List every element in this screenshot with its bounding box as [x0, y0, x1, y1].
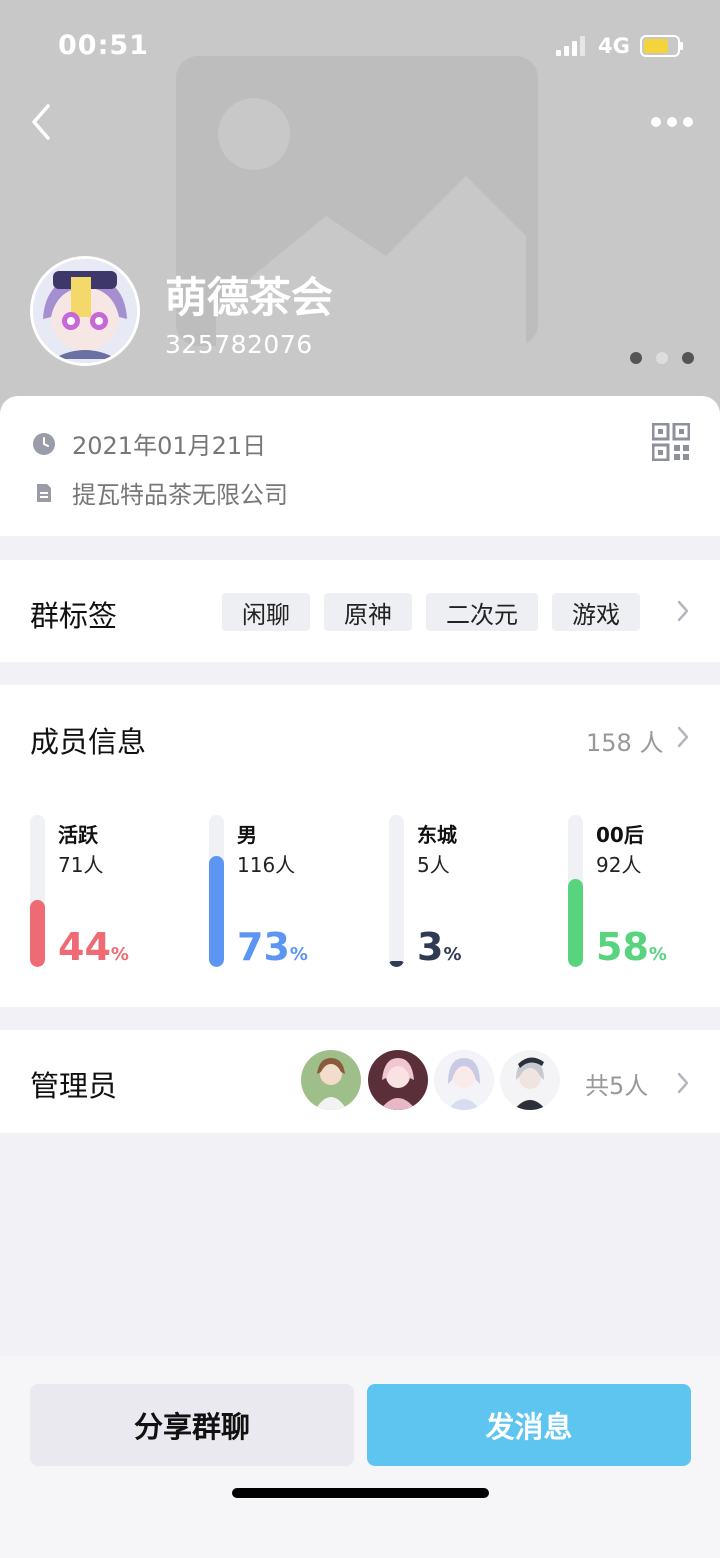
tags-title: 群标签 — [30, 599, 118, 633]
stat-bar-fill — [568, 879, 583, 967]
members-title: 成员信息 — [30, 725, 147, 759]
more-icon[interactable] — [648, 108, 696, 136]
stat-label: 东城 — [417, 823, 457, 847]
carousel-dots — [630, 352, 694, 364]
percent-symbol: % — [289, 944, 308, 965]
admins-section[interactable]: 管理员 共5人 — [0, 1030, 720, 1133]
stat-bar-fill — [389, 961, 404, 967]
signal-icon — [556, 36, 585, 56]
bottom-action-bar: 分享群聊 发消息 — [0, 1356, 720, 1558]
stat-region: 东城 5人 3% — [389, 815, 559, 967]
carousel-dot[interactable] — [630, 352, 642, 364]
company-name: 提瓦特品茶无限公司 — [72, 481, 288, 509]
stat-male: 男 116人 73% — [209, 815, 379, 967]
home-indicator[interactable] — [232, 1488, 489, 1498]
stat-label: 活跃 — [58, 823, 98, 847]
admin-avatar-image — [434, 1050, 494, 1110]
back-icon[interactable] — [26, 100, 56, 144]
created-date: 2021年01月21日 — [72, 432, 267, 460]
stat-age: 00后 92人 58% — [568, 815, 720, 967]
member-count[interactable]: 158 人 — [586, 723, 663, 758]
chevron-right-icon[interactable] — [676, 599, 690, 623]
carousel-dot[interactable] — [682, 352, 694, 364]
stat-bar-track — [389, 815, 404, 967]
network-type: 4G — [598, 34, 630, 58]
stat-bar-fill — [209, 856, 224, 967]
admin-avatar[interactable] — [434, 1050, 494, 1110]
stat-bar-track — [209, 815, 224, 967]
percent-symbol: % — [110, 944, 129, 965]
tag-item[interactable]: 原神 — [324, 593, 412, 631]
tag-item[interactable]: 闲聊 — [222, 593, 310, 631]
group-header: 00:51 4G 萌德茶会 325782076 — [0, 0, 720, 420]
member-info-section: 成员信息 158 人 活跃 71人 44% 男 116人 73% 东城 5人 3… — [0, 685, 720, 1007]
stat-count: 116人 — [237, 853, 296, 877]
stat-count: 92人 — [596, 853, 642, 877]
stat-count: 71人 — [58, 853, 104, 877]
percent-symbol: % — [648, 944, 667, 965]
stat-bar-fill — [30, 900, 45, 967]
group-id: 325782076 — [165, 330, 313, 359]
stat-bar-track — [30, 815, 45, 967]
percent-symbol: % — [443, 944, 462, 965]
qr-code-icon[interactable] — [652, 423, 690, 461]
send-message-button[interactable]: 发消息 — [367, 1384, 691, 1466]
stat-percent-value: 73 — [237, 925, 290, 969]
stat-percent-value: 3 — [417, 925, 444, 969]
clock-icon — [33, 432, 55, 455]
admin-avatar-image — [301, 1050, 361, 1110]
status-bar: 00:51 4G — [0, 0, 720, 90]
carousel-dot[interactable] — [656, 352, 668, 364]
group-info-card: 2021年01月21日 提瓦特品茶无限公司 — [0, 396, 720, 536]
admins-title: 管理员 — [30, 1069, 118, 1103]
created-date-row: 2021年01月21日 — [32, 426, 266, 461]
stat-percent-value: 44 — [58, 925, 111, 969]
stat-bar-track — [568, 815, 583, 967]
admin-avatar[interactable] — [500, 1050, 560, 1110]
stat-percent: 73% — [237, 927, 308, 975]
admin-avatar[interactable] — [368, 1050, 428, 1110]
stat-label: 男 — [237, 823, 257, 847]
admin-avatar-image — [368, 1050, 428, 1110]
stat-active: 活跃 71人 44% — [30, 815, 200, 967]
admin-total: 共5人 — [585, 1072, 649, 1100]
share-group-button[interactable]: 分享群聊 — [30, 1384, 354, 1466]
admin-avatar[interactable] — [301, 1050, 361, 1110]
group-tags-section[interactable]: 群标签 闲聊 原神 二次元 游戏 — [0, 560, 720, 662]
stat-percent: 44% — [58, 927, 129, 975]
document-icon — [37, 483, 51, 502]
company-row: 提瓦特品茶无限公司 — [32, 475, 288, 510]
admin-avatar-image — [500, 1050, 560, 1110]
group-name: 萌德茶会 — [165, 273, 334, 322]
stat-percent: 3% — [417, 927, 462, 975]
tag-item[interactable]: 二次元 — [426, 593, 538, 631]
stat-percent-value: 58 — [596, 925, 649, 969]
chevron-right-icon[interactable] — [676, 725, 690, 749]
battery-icon — [640, 35, 683, 57]
avatar-illustration — [33, 259, 137, 363]
group-avatar[interactable] — [30, 256, 140, 366]
stat-count: 5人 — [417, 853, 450, 877]
stat-label: 00后 — [596, 823, 644, 847]
tag-list: 闲聊 原神 二次元 游戏 — [222, 593, 640, 631]
tag-item[interactable]: 游戏 — [552, 593, 640, 631]
chevron-right-icon[interactable] — [676, 1071, 690, 1095]
stat-percent: 58% — [596, 927, 667, 975]
status-time: 00:51 — [58, 30, 149, 61]
